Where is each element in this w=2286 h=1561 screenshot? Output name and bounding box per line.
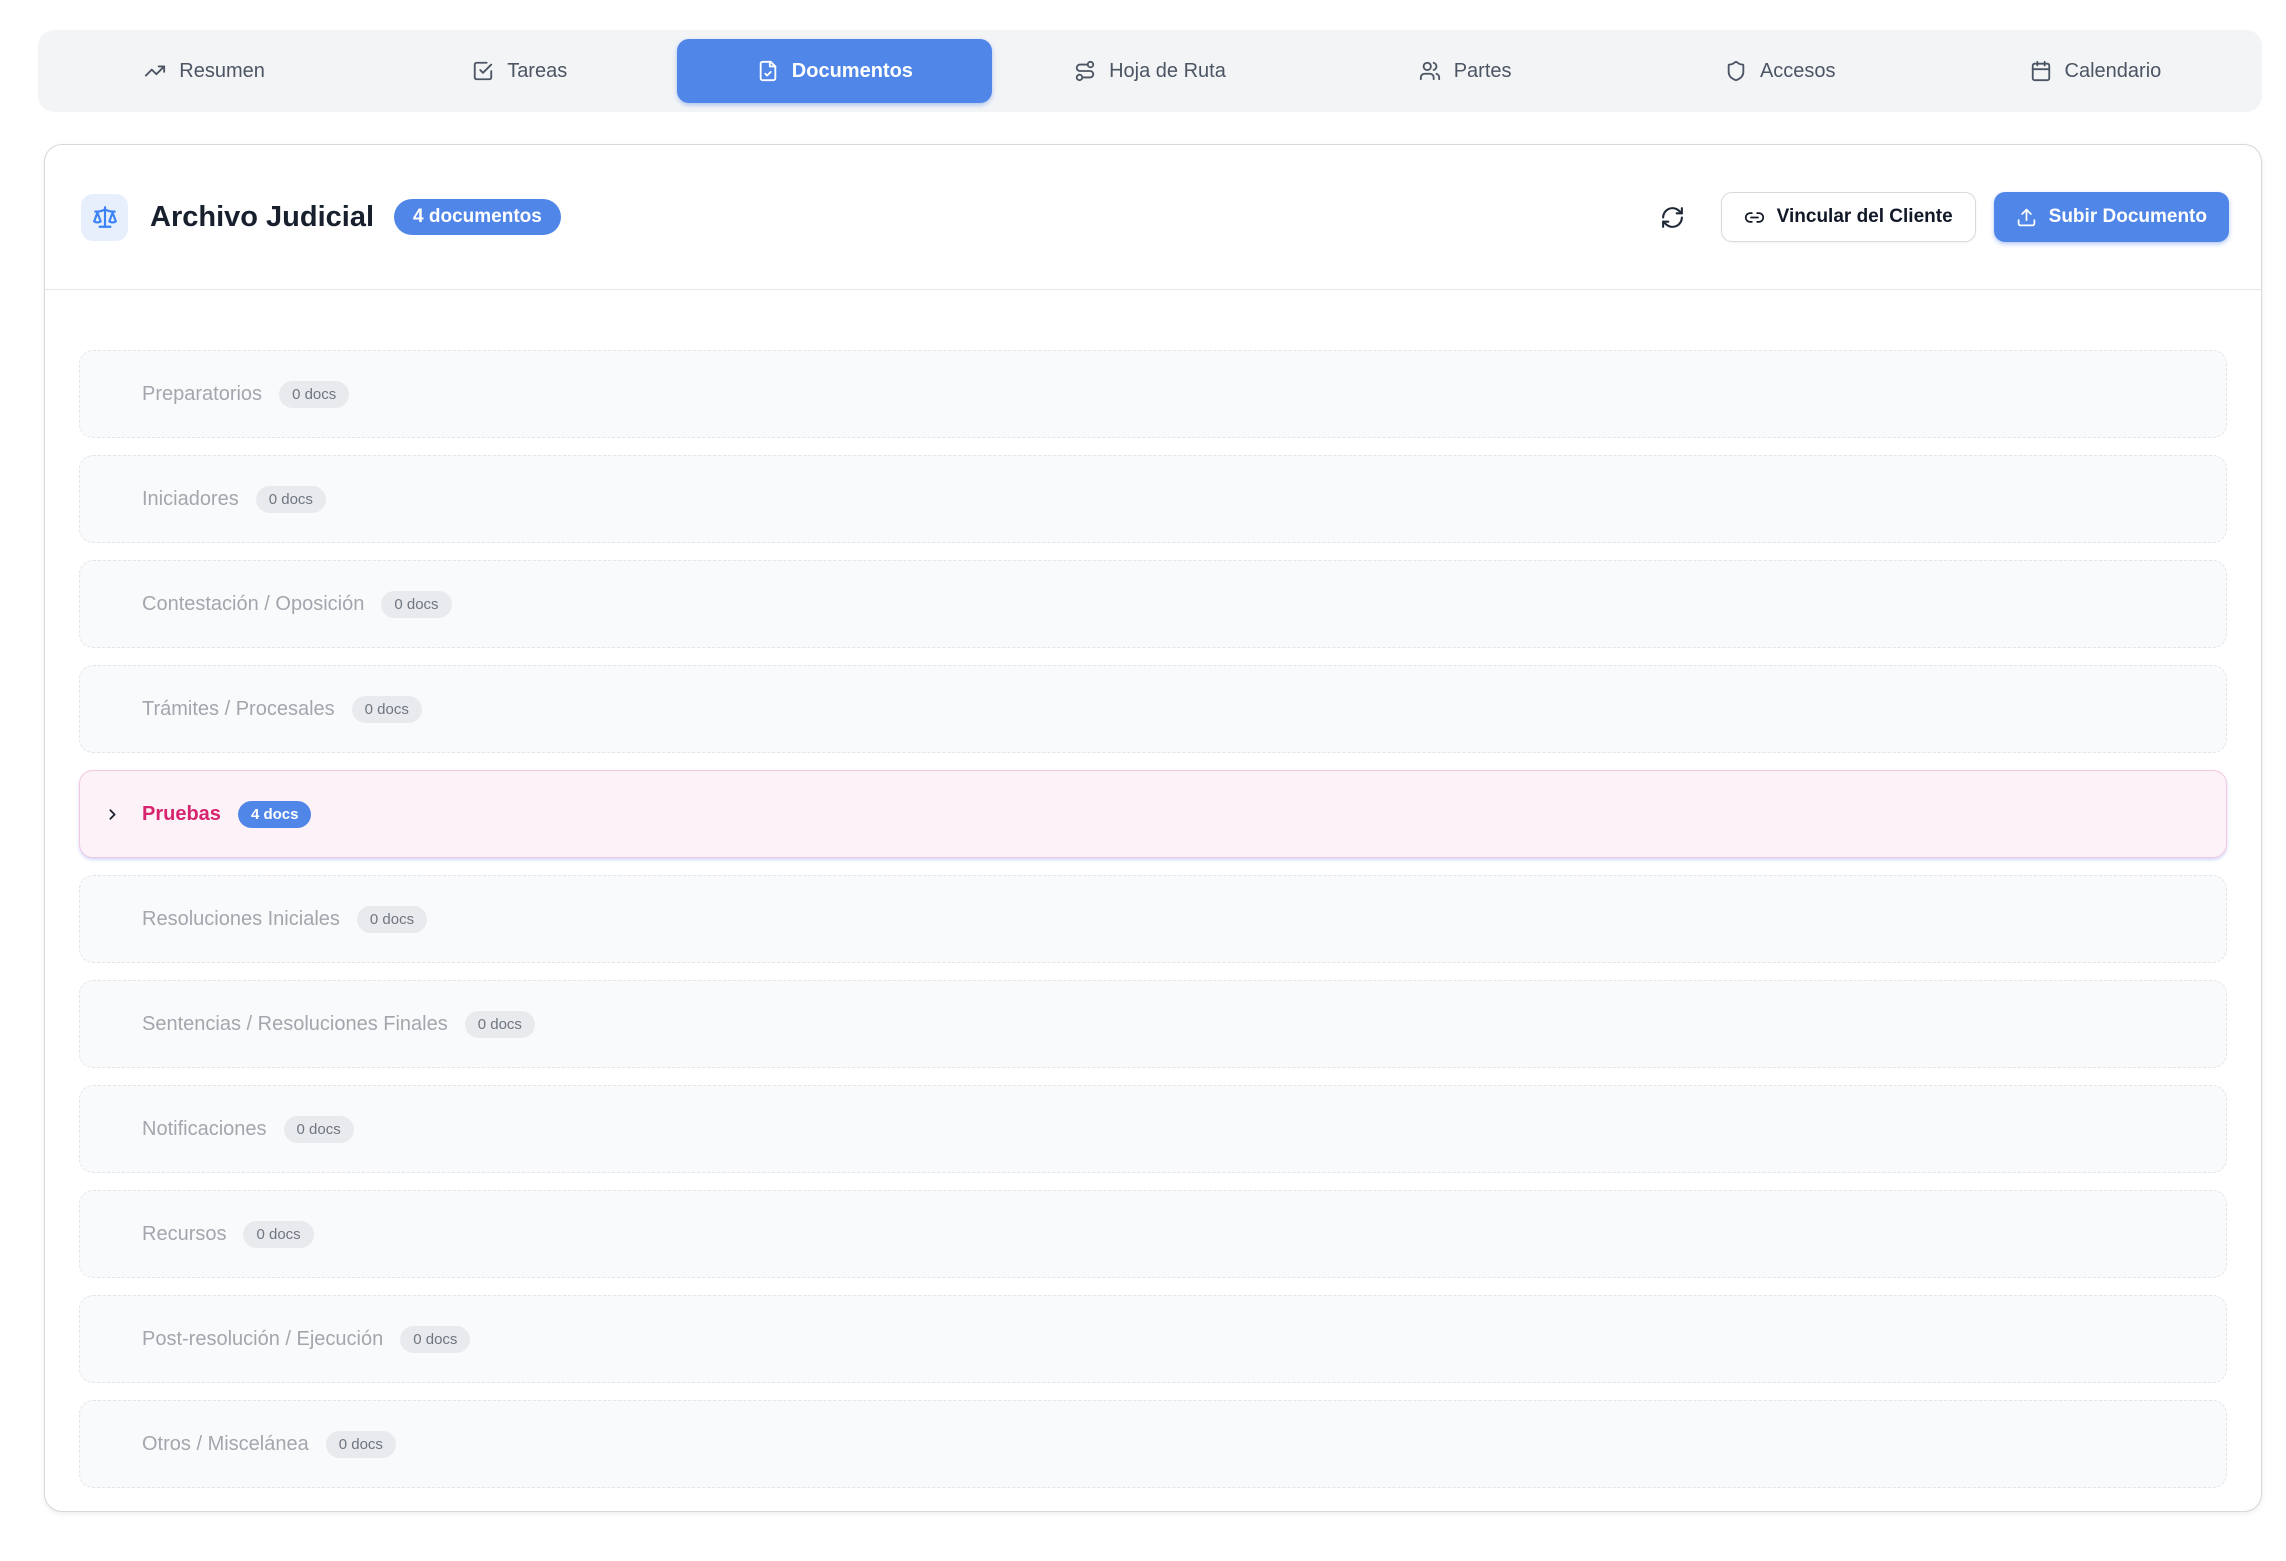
category-row-resoluciones-iniciales[interactable]: Resoluciones Iniciales 0 docs: [79, 875, 2227, 963]
category-row-recursos[interactable]: Recursos 0 docs: [79, 1190, 2227, 1278]
category-row-post-resolucion-ejecucion[interactable]: Post-resolución / Ejecución 0 docs: [79, 1295, 2227, 1383]
refresh-icon: [1660, 205, 1685, 230]
docs-count-badge: 0 docs: [352, 696, 422, 723]
upload-document-label: Subir Documento: [2049, 206, 2207, 228]
category-label: Preparatorios: [142, 383, 262, 406]
chevron-right-icon: [104, 806, 121, 823]
tab-partes[interactable]: Partes: [1308, 39, 1623, 103]
docs-count-badge: 0 docs: [243, 1221, 313, 1248]
calendar-icon: [2030, 60, 2052, 82]
docs-count-badge: 0 docs: [357, 906, 427, 933]
docs-count-badge: 0 docs: [465, 1011, 535, 1038]
category-label: Otros / Miscelánea: [142, 1433, 309, 1456]
users-icon: [1419, 60, 1441, 82]
category-row-sentencias-resoluciones-finales[interactable]: Sentencias / Resoluciones Finales 0 docs: [79, 980, 2227, 1068]
link-client-button[interactable]: Vincular del Cliente: [1721, 192, 1976, 242]
category-row-contestacion-oposicion[interactable]: Contestación / Oposición 0 docs: [79, 560, 2227, 648]
scales-of-justice-icon: [81, 194, 128, 241]
category-row-iniciadores[interactable]: Iniciadores 0 docs: [79, 455, 2227, 543]
category-label: Recursos: [142, 1223, 226, 1246]
page-title: Archivo Judicial: [150, 201, 374, 234]
category-label: Iniciadores: [142, 488, 239, 511]
category-label: Resoluciones Iniciales: [142, 908, 340, 931]
tab-hoja-de-ruta[interactable]: Hoja de Ruta: [992, 39, 1307, 103]
category-row-pruebas[interactable]: Pruebas 4 docs: [79, 770, 2227, 858]
category-row-preparatorios[interactable]: Preparatorios 0 docs: [79, 350, 2227, 438]
docs-count-badge: 0 docs: [284, 1116, 354, 1143]
docs-count-badge: 0 docs: [400, 1326, 470, 1353]
link-client-label: Vincular del Cliente: [1777, 206, 1953, 228]
card-header: Archivo Judicial 4 documentos Vincular d…: [45, 145, 2261, 290]
refresh-button[interactable]: [1654, 199, 1691, 236]
shield-icon: [1725, 60, 1747, 82]
tab-label: Documentos: [792, 60, 913, 83]
docs-count-badge: 0 docs: [279, 381, 349, 408]
tab-documentos[interactable]: Documentos: [677, 39, 992, 103]
docs-count-badge: 0 docs: [256, 486, 326, 513]
category-label: Post-resolución / Ejecución: [142, 1328, 383, 1351]
tab-calendario[interactable]: Calendario: [1938, 39, 2253, 103]
upload-icon: [2016, 207, 2037, 228]
tab-label: Tareas: [507, 60, 567, 83]
tab-label: Resumen: [179, 60, 265, 83]
route-icon: [1074, 60, 1096, 82]
tab-resumen[interactable]: Resumen: [47, 39, 362, 103]
docs-count-badge: 0 docs: [381, 591, 451, 618]
judicial-archive-card: Archivo Judicial 4 documentos Vincular d…: [44, 144, 2262, 1512]
tab-label: Hoja de Ruta: [1109, 60, 1226, 83]
tab-label: Partes: [1454, 60, 1512, 83]
category-list: Preparatorios0 docsIniciadores0 docsCont…: [45, 290, 2261, 1488]
tab-tareas[interactable]: Tareas: [362, 39, 677, 103]
tab-accesos[interactable]: Accesos: [1623, 39, 1938, 103]
category-row-tramites-procesales[interactable]: Trámites / Procesales 0 docs: [79, 665, 2227, 753]
case-tab-bar: Resumen Tareas Documentos Hoja de Ruta Parte…: [38, 30, 2262, 112]
upload-document-button[interactable]: Subir Documento: [1994, 192, 2229, 242]
trending-up-icon: [144, 60, 166, 82]
chevron-right-icon: [104, 806, 121, 823]
category-label: Pruebas: [142, 803, 221, 826]
category-label: Sentencias / Resoluciones Finales: [142, 1013, 448, 1036]
check-square-icon: [472, 60, 494, 82]
link-icon: [1744, 207, 1765, 228]
category-label: Notificaciones: [142, 1118, 267, 1141]
header-actions: Vincular del Cliente Subir Documento: [1654, 192, 2229, 242]
documents-count-badge: 4 documentos: [394, 199, 561, 235]
tab-label: Calendario: [2065, 60, 2162, 83]
category-label: Trámites / Procesales: [142, 698, 335, 721]
tab-label: Accesos: [1760, 60, 1836, 83]
docs-count-badge: 0 docs: [326, 1431, 396, 1458]
category-label: Contestación / Oposición: [142, 593, 364, 616]
docs-count-badge: 4 docs: [238, 801, 312, 828]
category-row-otros-miscelanea[interactable]: Otros / Miscelánea 0 docs: [79, 1400, 2227, 1488]
category-row-notificaciones[interactable]: Notificaciones 0 docs: [79, 1085, 2227, 1173]
file-check-icon: [757, 60, 779, 82]
